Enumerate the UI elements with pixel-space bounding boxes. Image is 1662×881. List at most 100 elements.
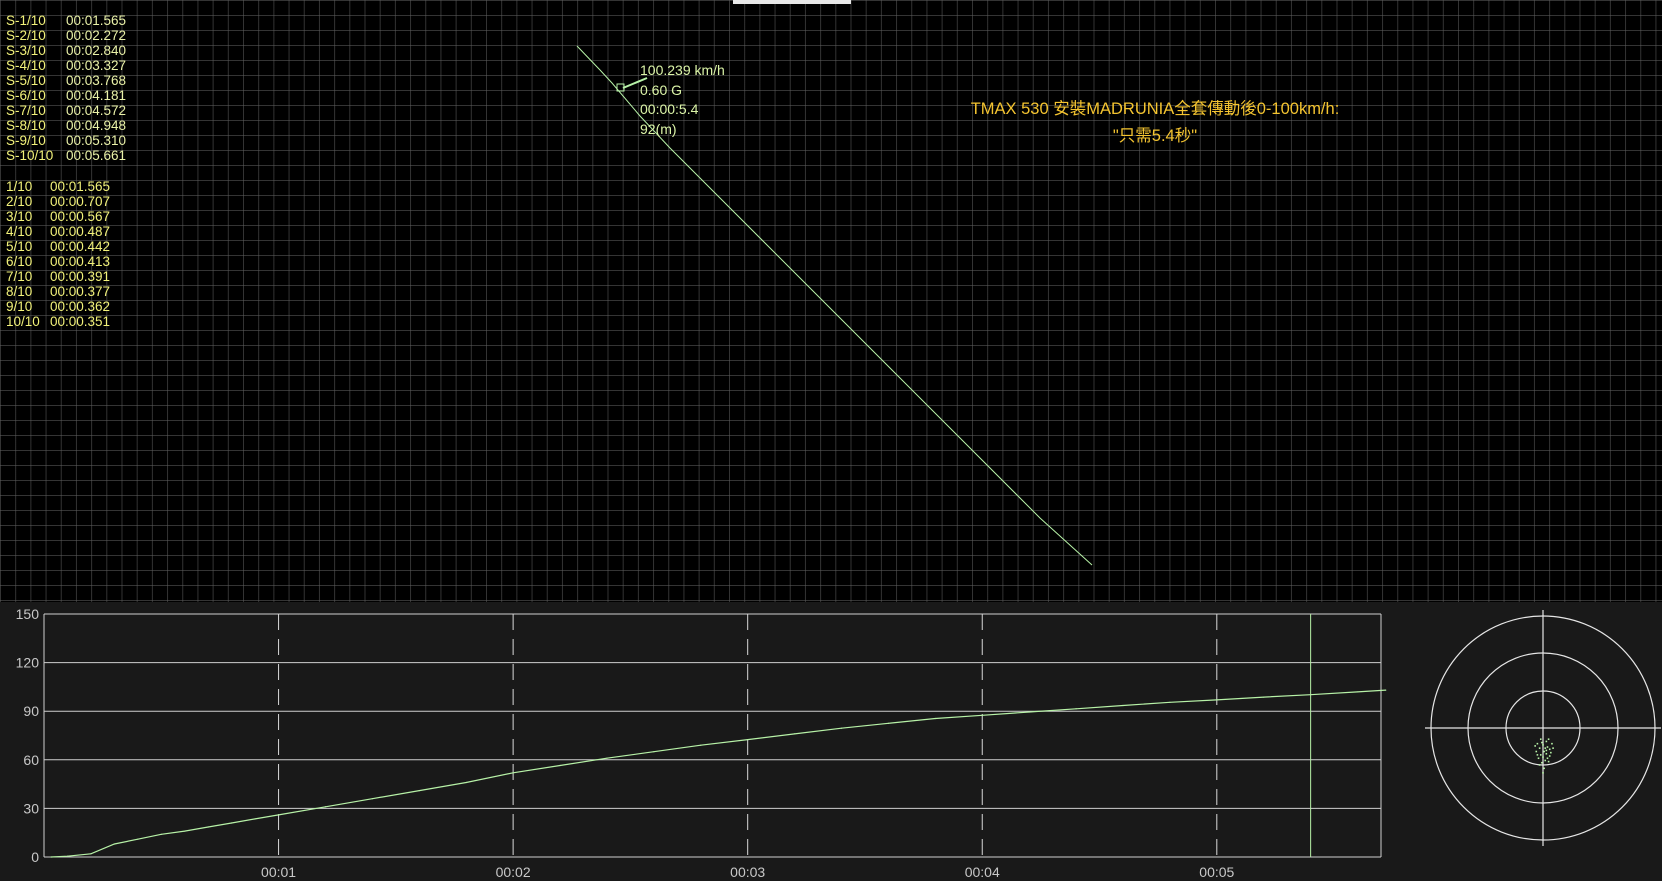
gforce-sample-point [1542, 772, 1544, 774]
gforce-sample-point [1536, 754, 1539, 756]
split-label: 6/10 [6, 254, 33, 269]
speed-data-point [1385, 689, 1387, 691]
speed-chart[interactable]: 0 30 60 90 120 150 00:01 00:02 00:03 00:04 00:05 [0, 602, 1390, 881]
x-tick-label: 00:01 [261, 864, 296, 880]
gforce-sample-point [1544, 747, 1547, 749]
interval-split-list: 1/10 00:01.565 2/10 00:00.707 3/10 00:00.567 4… [6, 179, 110, 329]
speed-data-point [184, 830, 186, 832]
speed-data-point [66, 855, 69, 857]
cumulative-split-row: S-10/10 00:05.661 [6, 148, 126, 163]
distance-readout: 92(m) [640, 120, 677, 137]
speed-data-point [1028, 711, 1030, 713]
gforce-sample-point [1552, 747, 1554, 749]
cumulative-split-row: S-8/10 00:04.948 [6, 118, 126, 133]
speed-data-point [1216, 699, 1218, 701]
split-time: 00:01.565 [50, 179, 111, 194]
speed-data-point [700, 744, 702, 746]
gforce-sample-point [1551, 742, 1553, 745]
split-label: 2/10 [6, 194, 33, 209]
speed-data-point [793, 733, 796, 735]
gforce-sample-point [1546, 746, 1549, 748]
split-label: 4/10 [6, 224, 33, 239]
gforce-sample-point [1541, 741, 1543, 744]
speed-data-point [50, 856, 52, 858]
speed-data-point [512, 772, 514, 774]
speed-data-point [1122, 704, 1124, 707]
gforce-sample-point [1538, 764, 1541, 766]
speed-data-point [207, 826, 209, 828]
speed-data-point [465, 781, 467, 784]
split-time: 00:02.272 [66, 28, 127, 43]
gforce-sample-point [1537, 757, 1540, 760]
split-label: 3/10 [6, 209, 33, 224]
gforce-scope [1425, 610, 1661, 846]
gforce-sample-point [1534, 745, 1536, 747]
gforce-sample-point [1535, 750, 1538, 753]
gforce-sample-point [1541, 761, 1543, 764]
speed-data-point [1310, 694, 1312, 696]
speed-data-point [137, 838, 139, 840]
speed-chart-panel: 0 30 60 90 120 150 00:01 00:02 00:03 00:04 00:05 [0, 602, 1662, 881]
speed-data-point [113, 843, 115, 845]
gforce-sample-point [1548, 755, 1551, 757]
speed-data-point [1356, 691, 1359, 693]
cumulative-split-row: S-9/10 00:05.310 [6, 133, 126, 148]
split-label: 7/10 [6, 269, 33, 284]
track-map-panel[interactable]: S-1/10 00:01.565 S-2/10 00:02.272 S-3/10 00:0… [0, 0, 1662, 602]
speed-data-point [160, 833, 162, 835]
gforce-sample-point [1543, 767, 1545, 770]
split-label: S-3/10 [6, 43, 46, 58]
split-time: 00:00.391 [50, 269, 111, 284]
gforce-sample-point [1542, 756, 1544, 758]
y-tick-label: 0 [31, 849, 39, 865]
interval-split-row: 9/10 00:00.362 [6, 299, 110, 314]
interval-split-row: 10/10 00:00.351 [6, 314, 110, 329]
split-label: S-9/10 [6, 133, 46, 148]
cumulative-split-row: S-5/10 00:03.768 [6, 73, 126, 88]
split-time: 00:00.351 [50, 314, 111, 329]
y-tick-label: 120 [16, 655, 40, 671]
speed-data-point [231, 822, 233, 824]
gforce-sample-point [1542, 744, 1544, 746]
split-label: S-7/10 [6, 103, 46, 118]
interval-split-row: 3/10 00:00.567 [6, 209, 110, 224]
split-time: 00:04.572 [66, 103, 127, 118]
speed-data-point [277, 814, 280, 816]
split-time: 00:00.487 [50, 224, 111, 239]
split-time: 00:03.768 [66, 73, 127, 88]
interval-split-row: 2/10 00:00.707 [6, 194, 110, 209]
speed-data-point [887, 722, 890, 724]
split-time: 00:03.327 [66, 58, 127, 73]
gforce-readout: 0.60 G [640, 81, 683, 98]
speed-data-point [418, 789, 420, 792]
track-map [576, 45, 1093, 566]
split-time: 00:04.181 [66, 88, 127, 103]
gforce-sample-point [1550, 751, 1552, 754]
y-tick-label: 90 [23, 703, 39, 719]
overlay-title: TMAX 530 安裝MADRUNIA全套傳動後0-100km/h: "只需5.… [920, 96, 1390, 150]
split-time: 00:00.362 [50, 299, 111, 314]
speed-data-point [1169, 701, 1171, 703]
x-tick-label: 00:05 [1199, 864, 1234, 880]
split-label: S-10/10 [6, 148, 54, 163]
interval-split-row: 6/10 00:00.413 [6, 254, 110, 269]
gforce-sample-point [1545, 749, 1548, 752]
speed-data-point [934, 717, 936, 720]
gforce-sample-point [1548, 748, 1551, 751]
speed-data-point [1075, 708, 1077, 710]
speed-data-point [90, 853, 92, 855]
interval-split-row: 7/10 00:00.391 [6, 269, 110, 284]
speed-data-point [1263, 696, 1265, 698]
cumulative-split-row: S-6/10 00:04.181 [6, 88, 126, 103]
split-label: 10/10 [6, 314, 40, 329]
overlay-title-line-2: "只需5.4秒" [1112, 127, 1198, 145]
split-time: 00:00.567 [50, 209, 111, 224]
gforce-sample-point [1544, 759, 1547, 762]
gforce-sample-point [1539, 754, 1542, 756]
cumulative-split-row: S-2/10 00:02.272 [6, 28, 126, 43]
y-tick-label: 150 [16, 606, 40, 622]
split-time: 00:00.377 [50, 284, 111, 299]
split-label: S-1/10 [6, 13, 46, 28]
cursor-readout: 100.239 km/h 0.60 G 00:00:5.4 92(m) [640, 61, 725, 139]
gforce-sample-point [1536, 742, 1539, 745]
